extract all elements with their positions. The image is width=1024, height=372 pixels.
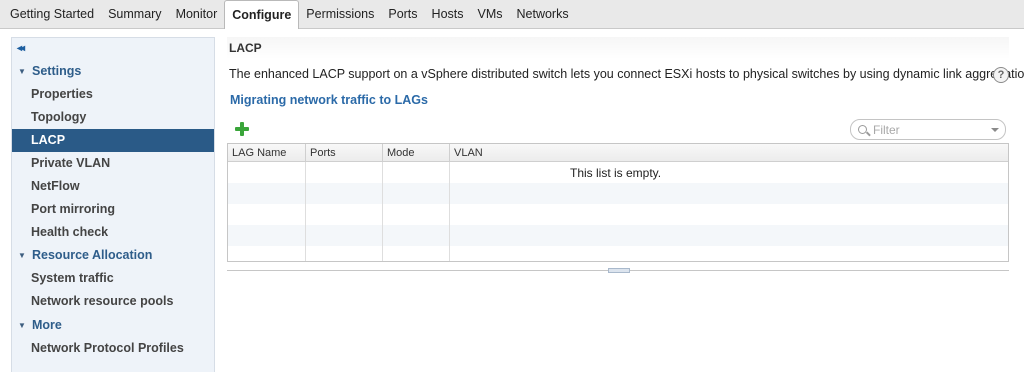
sidebar-item-health-check[interactable]: Health check xyxy=(12,221,214,244)
tab-summary[interactable]: Summary xyxy=(101,1,168,28)
sidebar-group-more[interactable]: ▼ More xyxy=(12,314,214,337)
column-divider xyxy=(305,162,306,261)
tab-vms[interactable]: VMs xyxy=(471,1,510,28)
sidebar-item-properties[interactable]: Properties xyxy=(12,83,214,106)
tab-ports[interactable]: Ports xyxy=(381,1,424,28)
sidebar-group-label: Settings xyxy=(32,64,82,78)
table-header: LAG Name Ports Mode VLAN xyxy=(228,144,1008,162)
search-icon xyxy=(858,125,867,134)
column-header-lag-name[interactable]: LAG Name xyxy=(228,144,306,162)
help-icon[interactable]: ? xyxy=(993,67,1009,83)
table-body: This list is empty. xyxy=(228,162,1008,261)
splitter-handle[interactable] xyxy=(608,268,630,273)
sidebar-item-private-vlan[interactable]: Private VLAN xyxy=(12,152,214,175)
collapse-sidebar-icon[interactable]: ◂◂ xyxy=(17,42,33,56)
sidebar-item-netflow[interactable]: NetFlow xyxy=(12,175,214,198)
column-divider xyxy=(449,162,450,261)
table-row xyxy=(228,204,1008,225)
tab-getting-started[interactable]: Getting Started xyxy=(3,1,101,28)
sidebar-item-system-traffic[interactable]: System traffic xyxy=(12,267,214,290)
expanded-triangle-icon: ▼ xyxy=(18,321,26,330)
column-header-vlan[interactable]: VLAN xyxy=(450,144,1008,162)
table-row xyxy=(228,183,1008,204)
sidebar-item-network-resource-pools[interactable]: Network resource pools xyxy=(12,290,214,313)
add-lag-button[interactable] xyxy=(234,121,250,137)
table-row xyxy=(228,225,1008,246)
lag-table: LAG Name Ports Mode VLAN This list is em… xyxy=(227,143,1009,262)
filter-field[interactable] xyxy=(850,119,1006,140)
tab-configure[interactable]: Configure xyxy=(224,0,300,29)
sidebar-item-topology[interactable]: Topology xyxy=(12,106,214,129)
tab-permissions[interactable]: Permissions xyxy=(299,1,381,28)
sidebar-group-resource-allocation[interactable]: ▼ Resource Allocation xyxy=(12,244,214,267)
sidebar-group-settings[interactable]: ▼ Settings xyxy=(12,60,214,83)
lacp-description: The enhanced LACP support on a vSphere d… xyxy=(229,67,1024,81)
sidebar-item-port-mirroring[interactable]: Port mirroring xyxy=(12,198,214,221)
sidebar-item-network-protocol-profiles[interactable]: Network Protocol Profiles xyxy=(12,337,214,360)
expanded-triangle-icon: ▼ xyxy=(18,251,26,260)
empty-list-message: This list is empty. xyxy=(570,166,662,180)
page-title: LACP xyxy=(227,37,1009,59)
column-divider xyxy=(382,162,383,261)
tab-hosts[interactable]: Hosts xyxy=(425,1,471,28)
tab-networks[interactable]: Networks xyxy=(510,1,576,28)
chevron-down-icon[interactable] xyxy=(991,128,999,132)
column-header-ports[interactable]: Ports xyxy=(306,144,383,162)
filter-input[interactable] xyxy=(873,122,983,137)
table-row xyxy=(228,246,1008,261)
sidebar-group-label: Resource Allocation xyxy=(32,248,153,262)
column-header-mode[interactable]: Mode xyxy=(383,144,450,162)
sidebar-item-lacp[interactable]: LACP xyxy=(12,129,214,152)
expanded-triangle-icon: ▼ xyxy=(18,67,26,76)
tab-bar: Getting Started Summary Monitor Configur… xyxy=(0,0,1024,29)
tab-monitor[interactable]: Monitor xyxy=(169,1,225,28)
migrate-traffic-link[interactable]: Migrating network traffic to LAGs xyxy=(230,93,428,107)
settings-sidebar: ◂◂ ▼ Settings Properties Topology LACP P… xyxy=(11,37,215,372)
sidebar-group-label: More xyxy=(32,318,62,332)
